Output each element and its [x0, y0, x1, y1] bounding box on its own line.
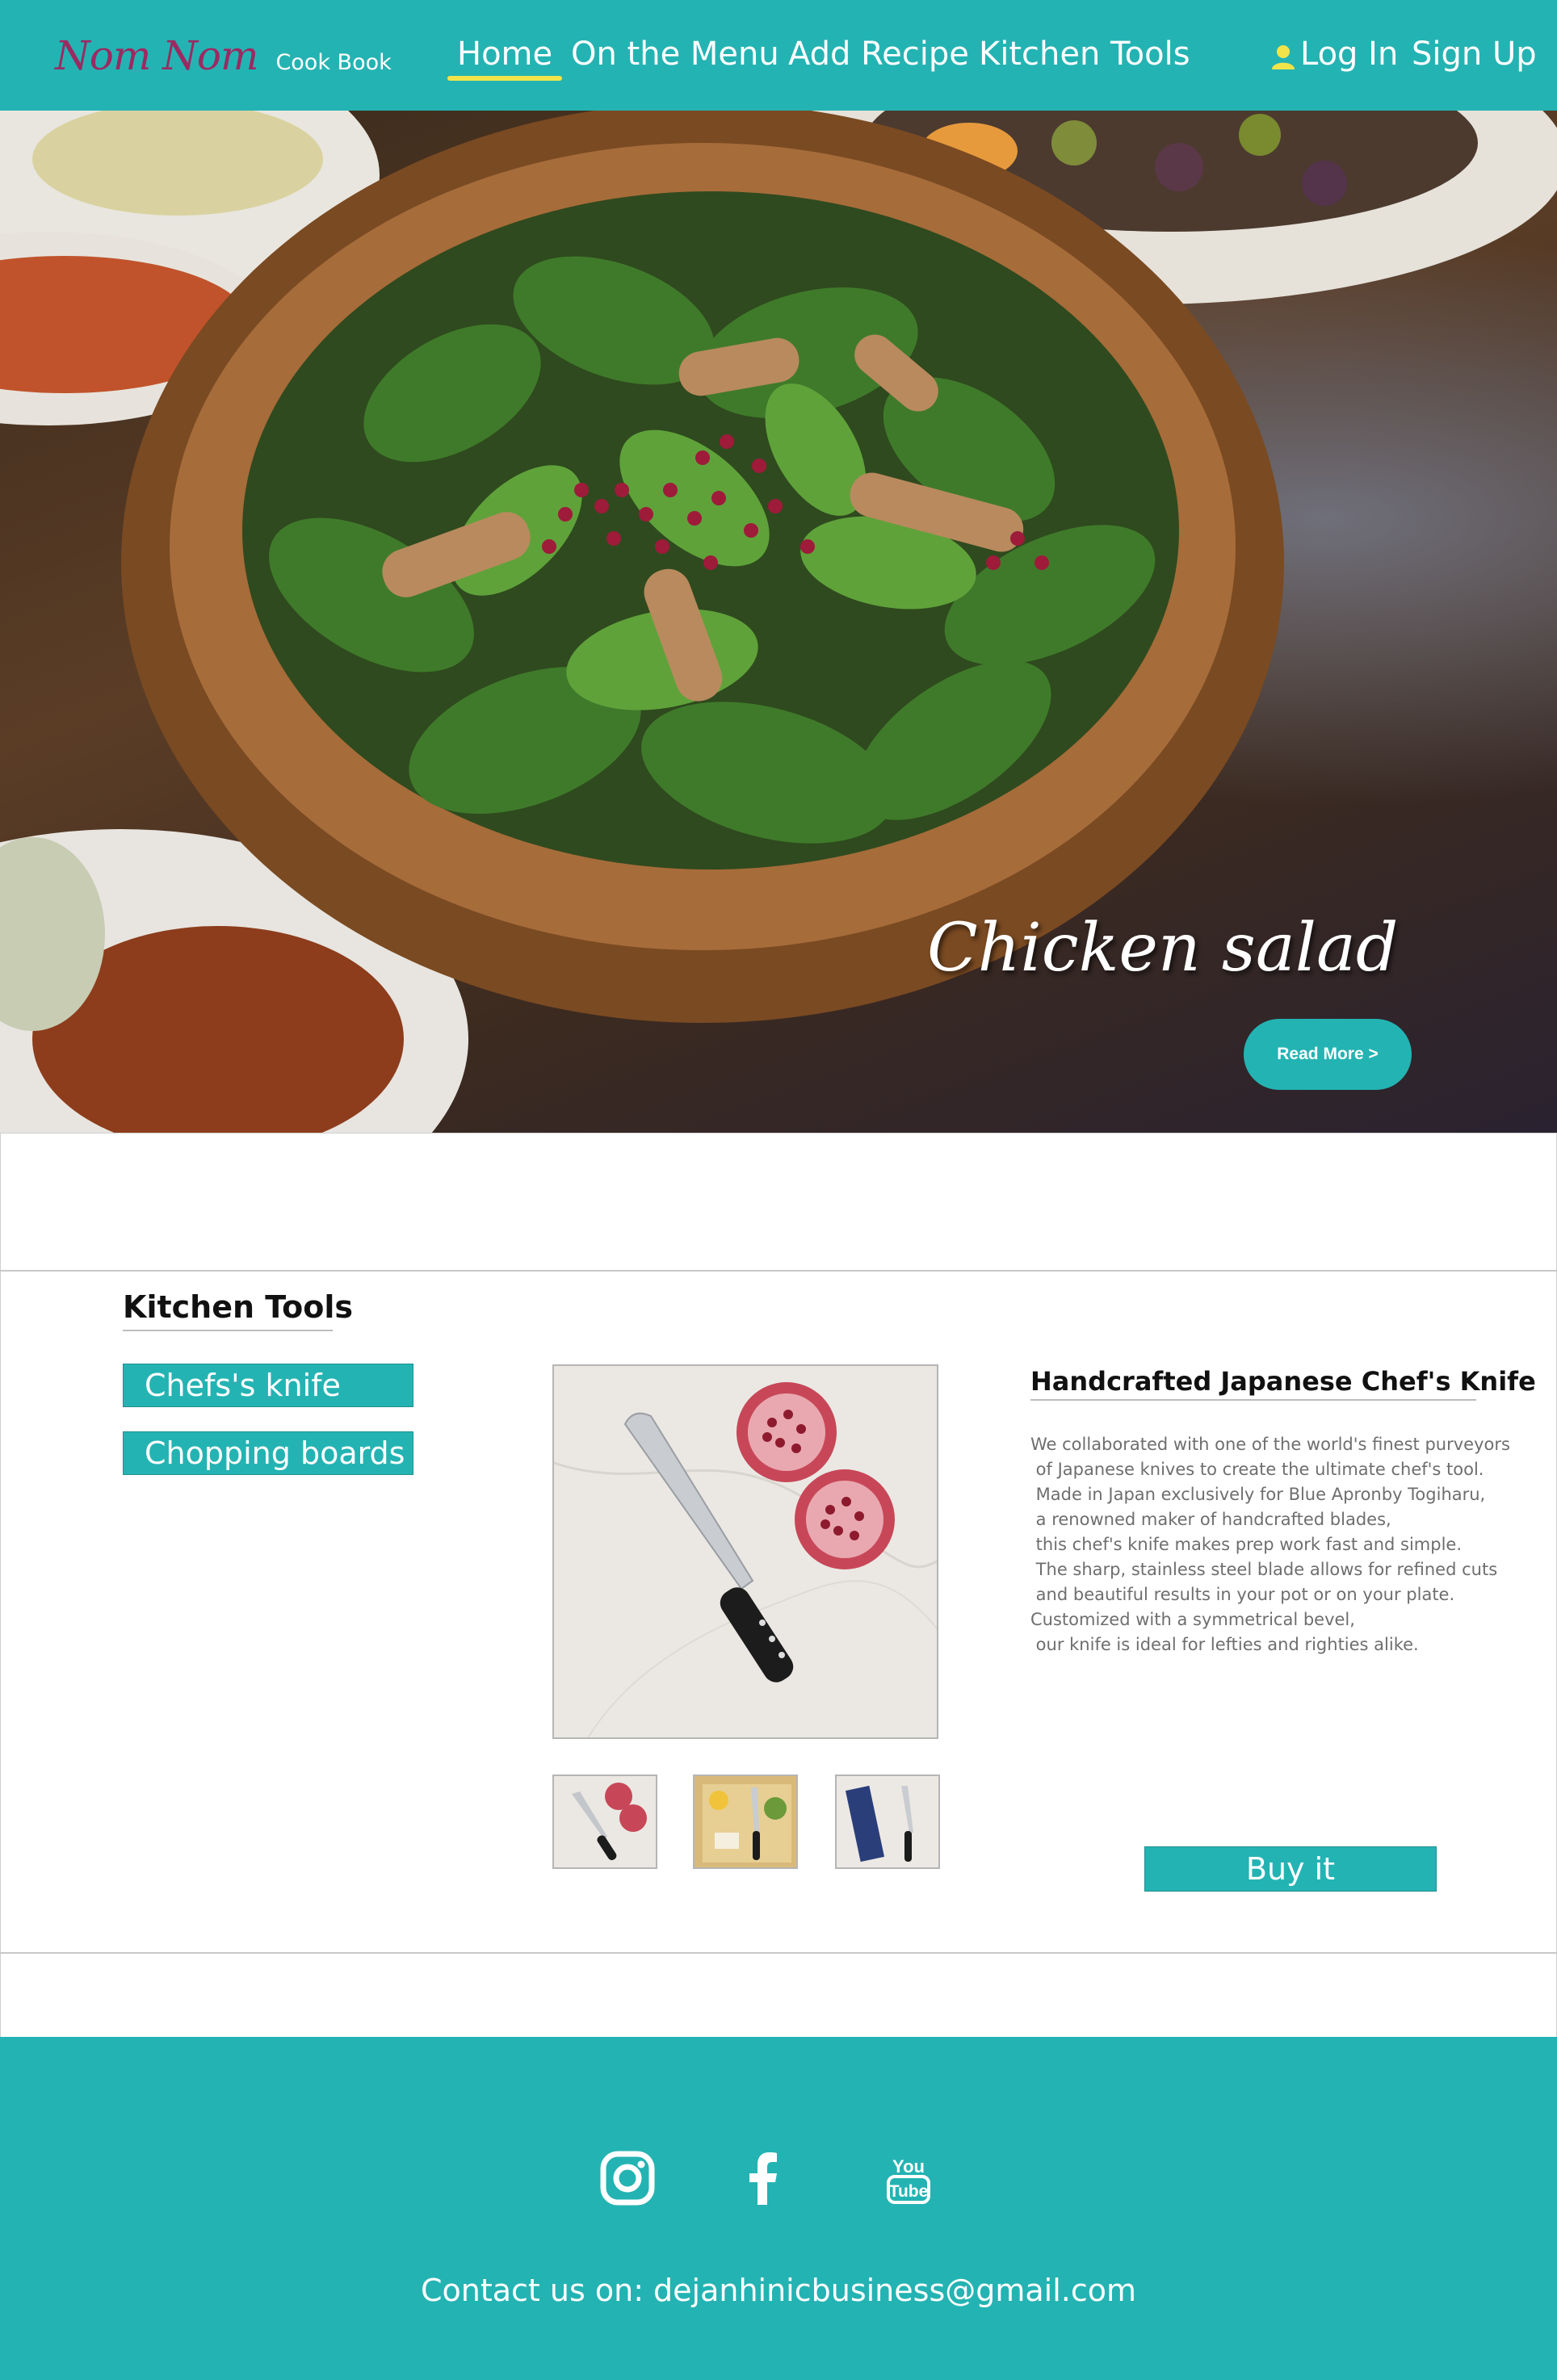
category-chopping-boards-button[interactable]: Chopping boards	[123, 1431, 413, 1475]
knife-pomegranate-photo	[554, 1366, 937, 1737]
description-line: We collaborated with one of the world's …	[1030, 1435, 1510, 1454]
facebook-icon[interactable]	[735, 2150, 791, 2206]
description-line: this chef's knife makes prep work fast a…	[1030, 1535, 1463, 1554]
description-line: and beautiful results in your pot or on …	[1030, 1585, 1455, 1604]
product-thumbnail-1[interactable]	[552, 1775, 657, 1869]
top-navbar: Nom Nom Cook Book Home On the Menu Add R…	[0, 0, 1557, 111]
product-title-underline	[1030, 1399, 1476, 1401]
nav-link-add-recipe[interactable]: Add Recipe	[788, 36, 969, 73]
category-chefs-knife-button[interactable]: Chefs's knife	[123, 1364, 413, 1407]
hero-title: Chicken salad	[927, 910, 1399, 987]
heading-underline	[123, 1330, 333, 1331]
brand-subtitle: Cook Book	[275, 50, 392, 75]
login-link[interactable]: Log In	[1300, 36, 1398, 73]
description-line: of Japanese knives to create the ultimat…	[1030, 1460, 1484, 1479]
read-more-button[interactable]: Read More >	[1244, 1019, 1412, 1090]
thumbnail-knife-box	[837, 1776, 938, 1867]
description-line: Customized with a symmetrical bevel,	[1030, 1610, 1355, 1629]
product-thumbnail-3[interactable]	[835, 1775, 940, 1869]
section-divider-top	[0, 1270, 1557, 1272]
product-main-image	[552, 1364, 938, 1739]
instagram-icon[interactable]	[599, 2150, 656, 2206]
contact-email-link[interactable]: dejanhinicbusiness@gmail.com	[653, 2273, 1136, 2308]
contact-line: Contact us on: dejanhinicbusiness@gmail.c…	[0, 2273, 1557, 2308]
kitchen-tools-heading: Kitchen Tools	[123, 1289, 353, 1325]
description-line: The sharp, stainless steel blade allows …	[1030, 1560, 1498, 1579]
product-title: Handcrafted Japanese Chef's Knife	[1030, 1366, 1536, 1397]
signup-link[interactable]: Sign Up	[1412, 36, 1537, 73]
description-line: a renowned maker of handcrafted blades,	[1030, 1510, 1391, 1529]
nav-link-home[interactable]: Home	[447, 36, 563, 81]
brand-name: Nom Nom	[55, 32, 258, 79]
description-line: our knife is ideal for lefties and right…	[1030, 1635, 1419, 1654]
product-thumbnail-2[interactable]	[693, 1775, 798, 1869]
brand-logo[interactable]: Nom Nom Cook Book	[55, 32, 392, 79]
nav-link-kitchen-tools[interactable]: Kitchen Tools	[979, 36, 1190, 73]
thumbnail-knife-pomegranate	[554, 1776, 656, 1867]
contact-label: Contact us on:	[420, 2273, 644, 2308]
section-divider-bottom	[0, 1952, 1557, 1954]
footer: You Tube Contact us on: dejanhinicbusines…	[0, 2037, 1557, 2380]
svg-text:You: You	[892, 2156, 925, 2177]
svg-text:Tube: Tube	[889, 2182, 929, 2201]
nav-link-on-the-menu[interactable]: On the Menu	[571, 36, 779, 73]
hero-banner: Chicken salad Read More >	[0, 111, 1557, 1133]
buy-it-button[interactable]: Buy it	[1144, 1846, 1437, 1892]
thumbnail-knife-board	[695, 1776, 796, 1867]
description-line: Made in Japan exclusively for Blue Apron…	[1030, 1485, 1486, 1504]
user-icon[interactable]	[1270, 43, 1297, 70]
product-description: We collaborated with one of the world's …	[1030, 1432, 1531, 1657]
youtube-icon[interactable]: You Tube	[880, 2150, 937, 2206]
